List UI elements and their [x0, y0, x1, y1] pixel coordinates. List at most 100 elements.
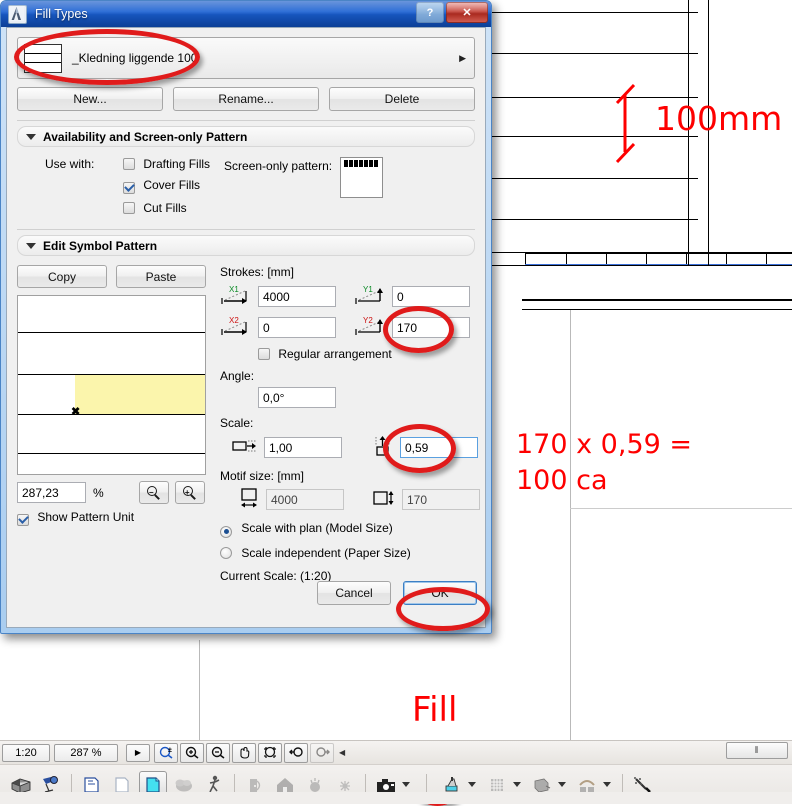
svg-text:X1: X1	[229, 285, 239, 294]
delete-button[interactable]: Delete	[329, 87, 475, 111]
cut-fills-checkbox[interactable]	[123, 202, 135, 214]
y1-icon: Y1	[354, 284, 388, 309]
zoom-out-icon: −	[146, 485, 161, 500]
x1-input[interactable]: 4000	[258, 286, 336, 307]
zoom-in-icon[interactable]	[180, 742, 204, 763]
scale-independent-row[interactable]: Scale independent (Paper Size)	[220, 546, 480, 560]
scale-with-plan-label: Scale with plan (Model Size)	[241, 521, 393, 535]
cad-selection-line	[525, 264, 792, 265]
pattern-line	[18, 453, 205, 454]
window-buttons: ? ✕	[416, 2, 488, 23]
scale-with-plan-row[interactable]: Scale with plan (Model Size)	[220, 521, 480, 538]
scale-horizontal-icon	[232, 438, 258, 457]
zoom-out-button[interactable]: −	[138, 481, 169, 504]
zoom-next-button[interactable]: ▶	[126, 743, 150, 762]
checkbox-row[interactable]: Cover Fills	[123, 178, 210, 194]
cad-siding-line	[492, 97, 698, 98]
edit-symbol-group-header[interactable]: Edit Symbol Pattern	[17, 235, 475, 256]
scale-independent-label: Scale independent (Paper Size)	[241, 545, 411, 560]
camera-dropdown-caret-icon[interactable]	[402, 782, 410, 787]
copy-paste-row: Copy Paste	[17, 265, 206, 288]
zoom-out-icon[interactable]	[206, 742, 230, 763]
percent-label: %	[93, 485, 104, 500]
cad-slab-line	[522, 299, 792, 301]
x2-input[interactable]: 0	[258, 317, 336, 338]
gradient-dropdown-caret-icon[interactable]	[603, 782, 611, 787]
cad-slab-line	[522, 309, 792, 310]
annotation-formula-line1: 170 x 0,59 =	[516, 429, 693, 460]
zoom-percent-input[interactable]: 287,23	[17, 482, 86, 503]
regular-arrangement-checkbox[interactable]	[258, 348, 270, 360]
zoom-indicator[interactable]: 287 %	[54, 743, 118, 762]
highlight-ellipse-ok	[396, 587, 490, 631]
strokes-label: Strokes: [mm]	[220, 265, 295, 279]
fill-action-buttons: New... Rename... Delete	[17, 87, 475, 111]
drafting-fills-label: Drafting Fills	[143, 157, 211, 171]
y1-input[interactable]: 0	[392, 286, 470, 307]
cover-fills-checkbox[interactable]	[123, 182, 135, 194]
statusbar-overflow-arrow[interactable]: ◀	[339, 748, 345, 757]
pattern-unit-highlight	[75, 375, 205, 414]
collapse-triangle-icon	[26, 133, 36, 140]
dialog-titlebar[interactable]: Fill Types ? ✕	[1, 1, 491, 27]
highlight-ellipse-scale-y	[383, 424, 456, 473]
angle-input[interactable]: 0,0°	[258, 387, 336, 408]
divider	[17, 120, 475, 121]
stroke-row-1: X1 4000 Y1 0	[220, 284, 480, 309]
solid-fill-dropdown-caret-icon[interactable]	[558, 782, 566, 787]
chevron-right-icon[interactable]: ▶	[459, 53, 466, 64]
help-button[interactable]: ?	[416, 2, 444, 23]
hatch-dropdown-caret-icon[interactable]	[513, 782, 521, 787]
svg-text:Y2: Y2	[363, 316, 373, 325]
svg-text:Y1: Y1	[363, 285, 373, 294]
cad-siding-line	[492, 12, 698, 13]
cancel-button[interactable]: Cancel	[317, 581, 391, 605]
highlight-ellipse-fill-name	[14, 29, 200, 85]
copy-button[interactable]: Copy	[17, 265, 107, 288]
archicad-icon	[8, 4, 27, 24]
pan-hand-icon[interactable]	[232, 742, 256, 763]
cad-guide-line	[570, 508, 792, 509]
zoom-next-icon[interactable]	[310, 742, 334, 763]
availability-group-header[interactable]: Availability and Screen-only Pattern	[17, 126, 475, 147]
cad-siding-line	[492, 178, 698, 179]
dialog-title: Fill Types	[35, 7, 88, 21]
pattern-line	[18, 332, 205, 333]
cad-siding-line	[492, 265, 792, 266]
fit-window-icon[interactable]	[258, 742, 282, 763]
close-button[interactable]: ✕	[446, 2, 488, 23]
width-icon	[238, 487, 260, 512]
scale-indicator[interactable]: 1:20	[2, 743, 50, 762]
height-icon	[372, 488, 396, 511]
scale-x-input[interactable]: 1,00	[264, 437, 342, 458]
status-bar: 1:20 287 % ▶ ± ◀	[0, 740, 792, 764]
checkbox-row[interactable]: Drafting Fills	[123, 157, 210, 171]
motif-height-input: 170	[402, 489, 480, 510]
new-button[interactable]: New...	[17, 87, 163, 111]
horizontal-scroll-thumb[interactable]: ⦀	[726, 742, 788, 759]
drafting-fills-checkbox[interactable]	[123, 158, 135, 170]
highlight-ellipse-y2	[383, 306, 454, 353]
show-pattern-unit-row[interactable]: Show Pattern Unit	[17, 510, 206, 526]
scale-with-plan-radio[interactable]	[220, 525, 232, 538]
show-pattern-unit-checkbox[interactable]	[17, 514, 29, 526]
svg-text:±: ±	[168, 747, 172, 754]
pattern-line	[18, 414, 205, 415]
x1-icon: X1	[220, 284, 254, 309]
zoom-plusminus-icon[interactable]: ±	[154, 742, 178, 763]
scale-independent-radio[interactable]	[220, 546, 232, 559]
checkbox-row[interactable]: Cut Fills	[123, 201, 210, 215]
motif-width-input: 4000	[266, 489, 344, 510]
angle-label: Angle:	[220, 369, 255, 383]
fill-dropdown-caret-icon[interactable]	[468, 782, 476, 787]
pattern-preview-canvas[interactable]: ✖	[17, 295, 206, 475]
regular-arrangement-row[interactable]: Regular arrangement	[258, 347, 480, 361]
annotation-formula-line2: 100 ca	[516, 465, 608, 496]
screen-only-pattern-swatch[interactable]	[340, 157, 384, 198]
zoom-previous-icon[interactable]	[284, 742, 308, 763]
regular-arrangement-label: Regular arrangement	[278, 347, 392, 361]
paste-button[interactable]: Paste	[116, 265, 206, 288]
pattern-editor-panel: Copy Paste ✖ 287,23 % − + Show Pattern U…	[17, 265, 206, 583]
rename-button[interactable]: Rename...	[173, 87, 319, 111]
zoom-in-button[interactable]: +	[174, 481, 205, 504]
